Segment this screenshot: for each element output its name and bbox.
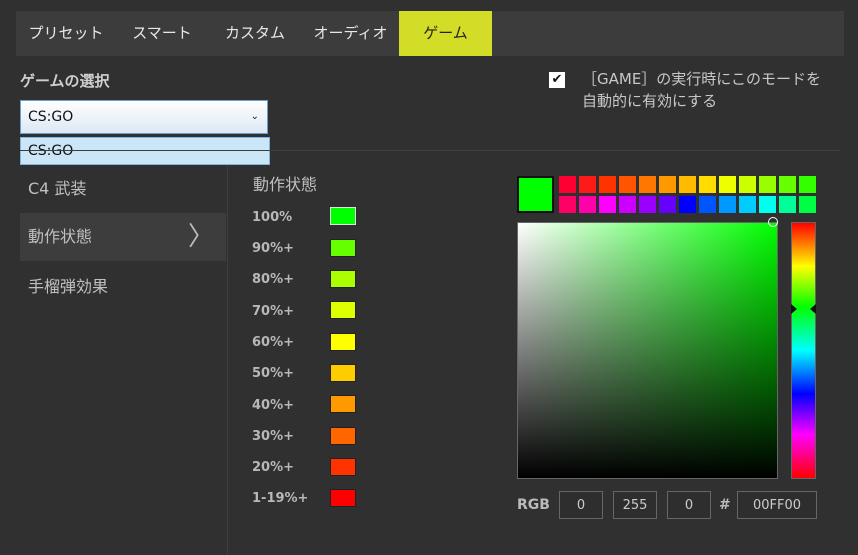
game-select-label: ゲームの選択	[20, 72, 110, 90]
hue-slider[interactable]	[791, 222, 816, 479]
level-color-swatch[interactable]	[330, 239, 356, 257]
green-input[interactable]	[613, 491, 657, 519]
color-picker-handle[interactable]	[768, 217, 778, 227]
nav-item-label: 動作状態	[28, 227, 93, 246]
tab-smart[interactable]: スマート	[116, 11, 208, 56]
saturation-value-picker[interactable]	[517, 222, 778, 479]
palette-color-swatch[interactable]	[799, 176, 816, 193]
effect-nav: C4 武装 動作状態 〉 手榴弾効果	[20, 165, 228, 555]
palette-color-swatch[interactable]	[639, 176, 656, 193]
palette-color-swatch[interactable]	[579, 196, 596, 213]
hex-input[interactable]	[737, 491, 817, 519]
palette-color-swatch[interactable]	[759, 176, 776, 193]
tab-audio[interactable]: オーディオ	[302, 11, 399, 56]
game-select-value: CS:GO	[28, 109, 74, 125]
tab-game[interactable]: ゲーム	[399, 11, 492, 56]
blue-input[interactable]	[667, 491, 711, 519]
palette-color-swatch[interactable]	[639, 196, 656, 213]
chevron-right-icon: 〉	[187, 222, 214, 252]
game-select-option[interactable]: CS:GO	[20, 137, 270, 165]
section-title: 動作状態	[253, 175, 318, 194]
level-label: 70%+	[252, 304, 295, 319]
level-label: 80%+	[252, 272, 295, 287]
palette-color-swatch[interactable]	[679, 196, 696, 213]
palette-color-swatch[interactable]	[719, 176, 736, 193]
palette-color-swatch[interactable]	[779, 196, 796, 213]
nav-item-status[interactable]: 動作状態 〉	[20, 213, 226, 261]
level-color-swatch[interactable]	[330, 270, 356, 288]
mode-tab-bar: プリセット スマート カスタム オーディオ ゲーム	[16, 11, 844, 56]
palette-color-swatch[interactable]	[599, 176, 616, 193]
palette-color-swatch[interactable]	[659, 176, 676, 193]
level-label: 60%+	[252, 335, 295, 350]
level-label: 20%+	[252, 460, 295, 475]
hue-slider-handle-left[interactable]	[791, 304, 797, 314]
palette-color-swatch[interactable]	[559, 196, 576, 213]
rgb-label: RGB	[517, 497, 550, 513]
nav-item-c4[interactable]: C4 武装	[20, 165, 226, 213]
palette-color-swatch[interactable]	[679, 176, 696, 193]
palette-color-swatch[interactable]	[719, 196, 736, 213]
level-color-swatch[interactable]	[330, 301, 356, 319]
nav-item-label: C4 武装	[28, 179, 87, 198]
level-label: 90%+	[252, 241, 295, 256]
palette-color-swatch[interactable]	[619, 176, 636, 193]
palette-color-swatch[interactable]	[619, 196, 636, 213]
palette-color-swatch[interactable]	[579, 176, 596, 193]
auto-enable-checkbox[interactable]: ✔	[549, 72, 565, 88]
level-label: 100%	[252, 210, 293, 225]
palette-color-swatch[interactable]	[759, 196, 776, 213]
hue-slider-handle-right[interactable]	[810, 304, 816, 314]
level-color-swatch[interactable]	[330, 458, 356, 476]
level-color-swatch[interactable]	[330, 427, 356, 445]
game-select[interactable]: CS:GO ⌄	[20, 100, 268, 134]
nav-item-grenade[interactable]: 手榴弾効果	[20, 263, 226, 311]
level-label: 50%+	[252, 366, 295, 381]
level-label: 1-19%+	[252, 491, 309, 506]
level-color-swatch[interactable]	[330, 489, 356, 507]
tab-preset[interactable]: プリセット	[16, 11, 116, 56]
palette-color-swatch[interactable]	[739, 176, 756, 193]
palette-color-swatch[interactable]	[659, 196, 676, 213]
current-color-swatch	[517, 176, 554, 213]
palette-color-swatch[interactable]	[599, 196, 616, 213]
palette-color-swatch[interactable]	[799, 196, 816, 213]
level-label: 30%+	[252, 429, 295, 444]
palette-color-swatch[interactable]	[739, 196, 756, 213]
level-color-swatch[interactable]	[330, 395, 356, 413]
level-label: 40%+	[252, 398, 295, 413]
palette-color-swatch[interactable]	[559, 176, 576, 193]
section-divider	[20, 150, 840, 151]
level-color-swatch[interactable]	[330, 207, 356, 225]
palette-color-swatch[interactable]	[699, 196, 716, 213]
level-color-swatch[interactable]	[330, 364, 356, 382]
palette-color-swatch[interactable]	[699, 176, 716, 193]
palette-color-swatch[interactable]	[779, 176, 796, 193]
red-input[interactable]	[559, 491, 603, 519]
tab-custom[interactable]: カスタム	[208, 11, 302, 56]
hex-hash-label: #	[719, 497, 731, 513]
nav-item-label: 手榴弾効果	[28, 277, 109, 296]
chevron-down-icon: ⌄	[250, 111, 259, 122]
auto-enable-label: ［GAME］の実行時にこのモードを自動的に有効にする	[582, 70, 822, 110]
level-color-swatch[interactable]	[330, 333, 356, 351]
